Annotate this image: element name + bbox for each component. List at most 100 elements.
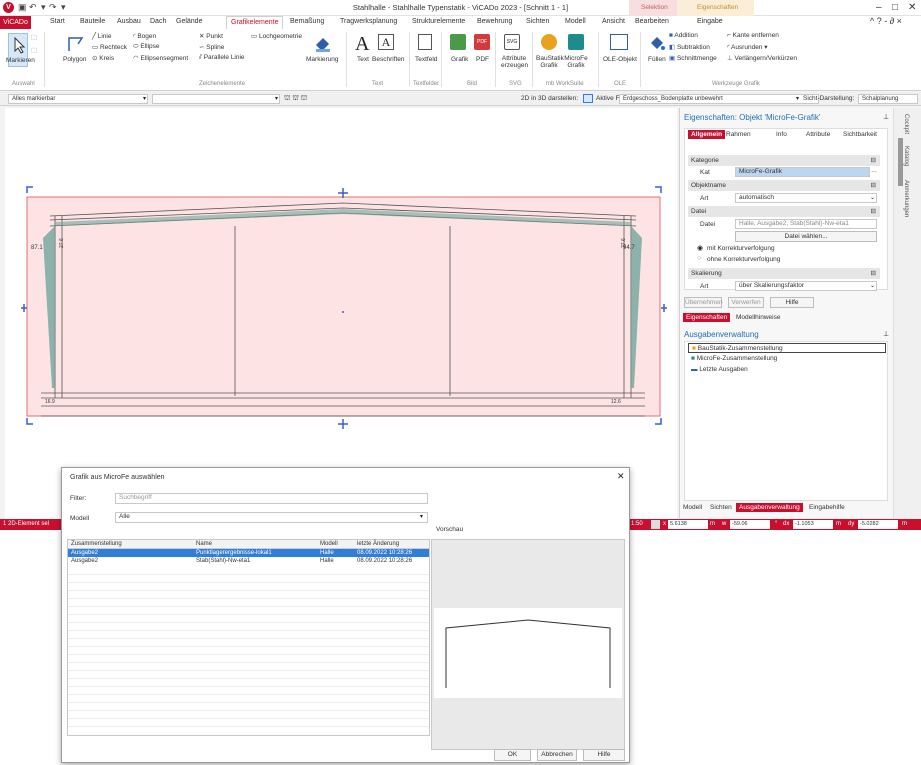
table-row[interactable]: Ausgabe2 Punktlagerergebnisse-lokal1 Hal… [68,549,429,557]
radio-mit[interactable]: ◉ [697,244,703,252]
x-field[interactable]: 5.6138 [668,520,708,529]
show-3d-toggle[interactable] [583,94,593,103]
tab-sichten-panel[interactable]: Sichten [710,504,732,511]
pdf-label[interactable]: PDF [476,56,489,63]
kat-field[interactable]: MicroFe-Grafik [735,167,870,177]
dialog-close-button[interactable]: ✕ [617,471,625,482]
table-row[interactable]: Ausgabe2 Stab(Stahl)-Nw-eta1 Halle 08.09… [68,557,429,565]
collapse-icon[interactable]: ⊟ [871,181,876,189]
ellipse-button[interactable]: ⬭ Ellipse [133,43,160,51]
tab-ausgabenverwaltung[interactable]: Ausgabenverwaltung [736,503,803,512]
uebernehmen-button[interactable]: Übernehmen [684,297,723,308]
side-scrollbar[interactable] [898,138,903,186]
tree-item-baustatik[interactable]: ■ BauStatik-Zusammenstellung [688,343,886,353]
dialog-hilfe-button[interactable]: Hilfe [583,749,625,761]
modell-select[interactable]: Alle [115,512,428,523]
tab-bauteile[interactable]: Bauteile [80,18,105,25]
section-objektname[interactable]: Objektname ⊟ [688,180,880,191]
filter-combo-arrow-icon[interactable]: ▾ [143,95,146,102]
status-scale[interactable]: 1:50 [631,521,643,527]
kante-entfernen-button[interactable]: ⌐ Kante entfernen [727,32,779,39]
chevron-down-icon[interactable]: ⌄ [870,282,875,289]
markierung-icon[interactable] [314,35,332,53]
tab-ansicht[interactable]: Ansicht [602,18,625,25]
chevron-down-icon[interactable]: ⌄ [870,194,875,201]
ausrunden-button[interactable]: ◜ Ausrunden ▾ [727,43,768,51]
view-display-combo[interactable]: Schalplanung [858,94,918,104]
parallele-linie-button[interactable]: ⫽ Parallele Linie [199,54,245,62]
w-field[interactable]: -59.06 [730,520,770,529]
fuellen-icon[interactable] [648,34,666,52]
minimize-button[interactable]: – [876,2,882,13]
dx-field[interactable]: -1.1053 [793,520,833,529]
tab-bewehrung[interactable]: Bewehrung [477,18,512,25]
tab-sichten[interactable]: Sichten [526,18,549,25]
second-combo[interactable] [152,94,280,104]
tab-strukturelemente[interactable]: Strukturelemente [412,18,465,25]
dy-field[interactable]: -5.0282 [858,520,898,529]
subtraktion-button[interactable]: ◧ Subtraktion [669,43,710,51]
tab-vicado[interactable]: ViCADo [0,16,31,29]
polygon-label[interactable]: Polygon [63,56,87,63]
beschriften-icon[interactable]: A [378,34,394,50]
beschriften-label[interactable]: Beschriften [372,56,405,63]
verlaengern-button[interactable]: ⊥ Verlängern/Verkürzen [727,54,797,62]
pin-icon[interactable]: ⊥ [883,330,889,338]
markieren-button[interactable]: Markieren [6,33,35,67]
ribbon-right-controls[interactable]: ^ ? - ∂ × [870,16,902,26]
tree-item-letzte[interactable]: ▬ Letzte Ausgaben [688,365,886,375]
attribute-erzeugen-label[interactable]: Attribute erzeugen [501,55,528,69]
col-modell[interactable]: Modell [320,541,338,547]
maximize-button[interactable]: □ [892,2,898,13]
col-name[interactable]: Name [196,541,212,547]
fuellen-label[interactable]: Füllen [648,56,666,63]
tab-info[interactable]: Info [776,131,787,138]
tab-eigenschaften[interactable]: Eigenschaften [683,313,731,322]
microfe-grafik-label[interactable]: MicroFe Grafik [563,55,589,69]
grid-icon[interactable] [651,520,660,529]
close-button[interactable]: ✕ [908,2,916,13]
drawing-canvas[interactable]: 87.1 94.7 16.9 12.6 27.6 27.6 [5,108,677,520]
filter-input[interactable]: Suchbegriff [115,493,428,504]
addition-button[interactable]: ■ Addition [669,32,698,39]
microfe-grafik-icon[interactable] [568,34,584,50]
rechteck-button[interactable]: ▭ Rechteck [92,43,127,51]
art-select[interactable]: automatisch [735,193,877,203]
datei-field[interactable]: Halle, Ausgabe2, Stab(Stahl)-Nw-eta1 [735,219,877,229]
grafik-label[interactable]: Grafik [451,56,468,63]
lochgeometrie-button[interactable]: ▭ Lochgeometrie [251,32,302,40]
tab-modell[interactable]: Modell [565,18,586,25]
kreis-button[interactable]: ⊙ Kreis [92,54,114,62]
tab-tragwerksplanung[interactable]: Tragwerksplanung [340,18,397,25]
active-layer-combo[interactable]: Erdgeschoss_Bodenplatte unbewehrt [619,94,819,104]
radio-ohne[interactable]: ○ [697,255,701,262]
polygon-icon[interactable] [66,34,86,54]
tab-eingabehilfe[interactable]: Eingabehilfe [809,504,845,511]
textfeld-label[interactable]: Textfeld [415,56,437,63]
collapse-icon[interactable]: ⊟ [871,269,876,277]
tab-bemassung[interactable]: Bemaßung [290,18,324,25]
section-kategorie[interactable]: Kategorie ⊟ [688,155,880,166]
bogen-button[interactable]: ◜ Bogen [133,32,156,40]
collapse-icon[interactable]: ⊟ [871,207,876,215]
side-tab-cockpit[interactable]: Cockpit [903,114,909,134]
kat-browse-icon[interactable]: … [871,168,877,174]
ole-objekt-label[interactable]: OLE-Objekt [603,56,637,63]
tab-modell-panel[interactable]: Modell [683,504,702,511]
tab-eingabe[interactable]: Eingabe [697,18,723,25]
skal-art-select[interactable]: über Skalierungsfaktor [735,281,877,291]
tab-ausbau[interactable]: Ausbau [117,18,141,25]
tab-modellhinweise[interactable]: Modellhinweise [736,314,780,321]
bmp-grafik-icon[interactable] [450,34,466,50]
collapse-icon[interactable]: ⊟ [871,156,876,164]
ok-button[interactable]: OK [494,749,531,761]
layer-tools-icon[interactable]: ⛫ ⛫ ⛫ [284,94,307,103]
tab-start[interactable]: Start [50,18,65,25]
baustatik-grafik-icon[interactable] [541,34,557,50]
second-combo-arrow-icon[interactable]: ▾ [275,95,278,102]
side-tab-katalog[interactable]: Katalog [903,146,909,166]
datei-waehlen-button[interactable]: Datei wählen... [735,231,877,242]
section-datei[interactable]: Datei ⊟ [688,206,880,217]
tab-grafikelemente[interactable]: Grafikelemente [226,16,284,29]
tab-gelaende[interactable]: Gelände [176,18,202,25]
